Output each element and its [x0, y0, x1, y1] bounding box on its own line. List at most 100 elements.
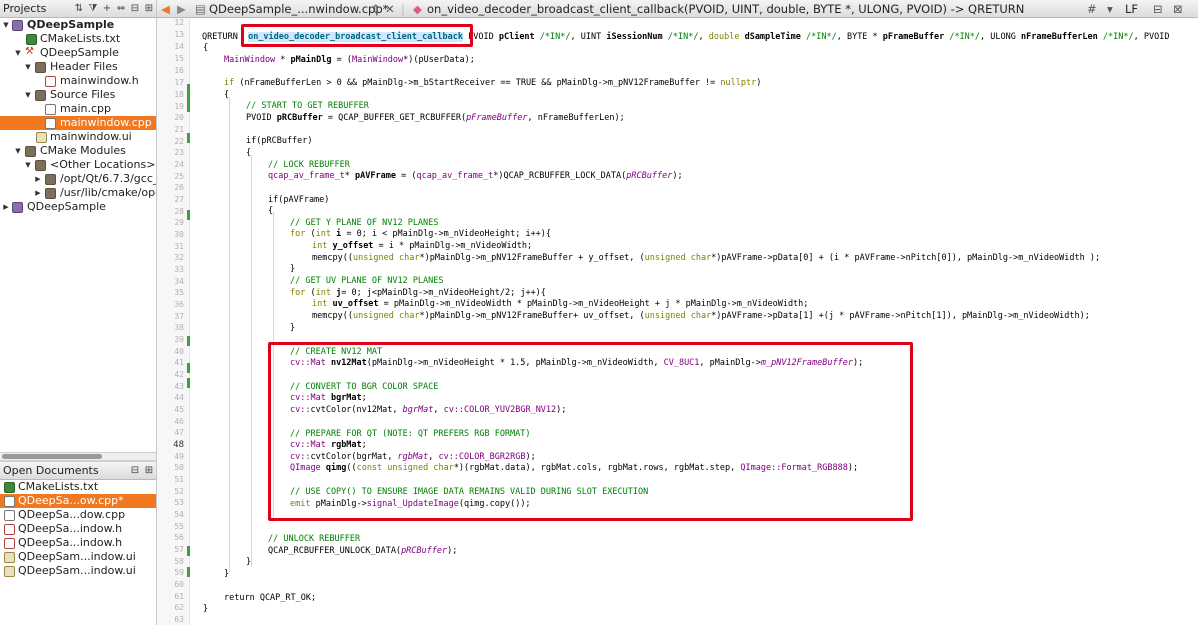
code-editor[interactable]: ◀ ▶ ▤ QDeepSample_...nwindow.cpp* ⇕ ✕ | … — [157, 0, 1198, 625]
code-line-17: if (nFrameBufferLen > 0 && pMainDlg->m_b… — [224, 78, 762, 88]
tree-item[interactable]: ▶ /opt/Qt/6.7.3/gcc_6 — [0, 172, 156, 186]
chevron-right-icon[interactable]: ▶ — [34, 172, 42, 186]
header-file-icon — [4, 538, 15, 549]
tree-item-label: /usr/lib/cmake/oper — [60, 186, 156, 199]
line-number: 26 — [174, 183, 184, 192]
file-tab[interactable]: QDeepSample_...nwindow.cpp* — [209, 2, 388, 16]
open-document-item[interactable]: QDeepSam...indow.ui — [0, 550, 156, 564]
tree-item[interactable]: mainwindow.ui — [0, 130, 156, 144]
tree-item[interactable]: ▼ ⚒ QDeepSample — [0, 46, 156, 60]
tree-item-label: mainwindow.ui — [50, 130, 132, 143]
tree-item-label: CMakeLists.txt — [40, 32, 121, 45]
chevron-right-icon[interactable]: ▶ — [34, 186, 42, 200]
tree-item[interactable]: CMakeLists.txt — [0, 32, 156, 46]
split-icon[interactable]: ⊟ — [128, 465, 142, 476]
code-line-30: for (int i = 0; i < pMainDlg->m_nVideoHe… — [290, 229, 552, 239]
code-line-34: for (int j= 0; j<pMainDlg->m_nVideoHeigh… — [290, 288, 546, 298]
link-icon[interactable]: ⇔ — [114, 3, 128, 14]
project-icon — [12, 202, 23, 213]
tree-item[interactable]: ▼ QDeepSample — [0, 18, 156, 32]
line-number: 42 — [174, 370, 184, 379]
symbol-selector[interactable]: on_video_decoder_broadcast_client_callba… — [427, 2, 1024, 16]
code-line: } — [290, 323, 296, 333]
source-file-icon — [45, 104, 56, 115]
chevron-down-icon[interactable]: ▼ — [24, 158, 32, 172]
project-tree: ▼ QDeepSample CMakeLists.txt ▼ ⚒ QDeepSampl… — [0, 18, 156, 460]
change-marker — [187, 210, 190, 220]
line-number: 27 — [174, 195, 184, 204]
code-line: { — [268, 206, 274, 216]
line-number: 18 — [174, 90, 184, 99]
open-documents-title: Open Documents — [3, 464, 99, 477]
code-line-32: memcpy((unsigned char*)pMainDlg->m_pNV12… — [312, 253, 1101, 263]
open-documents-header: Open Documents ⊟ ⊞ — [0, 462, 156, 480]
line-number: 54 — [174, 510, 184, 519]
open-document-label: CMakeLists.txt — [18, 480, 99, 493]
line-number: 17 — [174, 78, 184, 87]
filter-icon[interactable]: ⧩ — [86, 3, 100, 14]
tree-item[interactable]: ▼ Source Files — [0, 88, 156, 102]
line-number: 52 — [174, 487, 184, 496]
open-document-label: QDeepSam...indow.ui — [18, 550, 136, 563]
tree-item[interactable]: ▶ /usr/lib/cmake/oper — [0, 186, 156, 200]
open-document-label: QDeepSa...indow.h — [18, 522, 123, 535]
code-line-22: if(pRCBuffer) — [246, 136, 313, 146]
close-panel-icon[interactable]: ⊞ — [142, 3, 156, 14]
chevron-down-icon[interactable]: ▼ — [24, 60, 32, 74]
close-tab-icon[interactable]: ✕ — [385, 2, 395, 16]
open-document-item-selected[interactable]: QDeepSa...ow.cpp* — [0, 494, 156, 508]
forward-arrow-icon[interactable]: ▶ — [177, 2, 186, 16]
code-line: { — [224, 90, 230, 100]
open-document-item[interactable]: QDeepSa...indow.h — [0, 536, 156, 550]
tree-item-label: QDeepSample — [40, 46, 119, 59]
chevron-down-icon[interactable]: ▼ — [14, 46, 22, 60]
chevron-down-icon[interactable]: ▼ — [24, 88, 32, 102]
line-number: 47 — [174, 428, 184, 437]
tree-item-selected[interactable]: mainwindow.cpp — [0, 116, 156, 130]
line-number: 38 — [174, 323, 184, 332]
line-number: 14 — [174, 42, 184, 51]
scrollbar-thumb[interactable] — [2, 454, 102, 459]
folder-icon — [25, 146, 36, 157]
encoding-icon[interactable]: # — [1087, 2, 1097, 16]
tree-item[interactable]: mainwindow.h — [0, 74, 156, 88]
toolbar-divider: | — [401, 2, 405, 16]
header-file-icon — [4, 524, 15, 535]
tab-dropdown-icon[interactable]: ⇕ — [371, 2, 381, 16]
horizontal-scrollbar[interactable] — [0, 452, 156, 460]
opencv-code-highlight-box — [268, 342, 913, 521]
close-editor-icon[interactable]: ⊠ — [1173, 2, 1183, 16]
tree-item[interactable]: ▼ <Other Locations> — [0, 158, 156, 172]
back-arrow-icon[interactable]: ◀ — [161, 2, 170, 16]
close-panel-icon[interactable]: ⊞ — [142, 465, 156, 476]
line-ending-indicator[interactable]: LF — [1125, 2, 1138, 16]
open-document-item[interactable]: QDeepSa...indow.h — [0, 522, 156, 536]
chevron-down-icon[interactable]: ▼ — [2, 18, 10, 32]
indent-guide — [229, 98, 230, 572]
tree-item[interactable]: ▼ CMake Modules — [0, 144, 156, 158]
sort-icon[interactable]: ⇅ — [72, 3, 86, 14]
tree-item[interactable]: main.cpp — [0, 102, 156, 116]
line-number: 19 — [174, 102, 184, 111]
tree-item-label: mainwindow.h — [60, 74, 139, 87]
code-line-56: // UNLOCK REBUFFER — [268, 534, 361, 544]
open-document-item[interactable]: QDeepSa...dow.cpp — [0, 508, 156, 522]
tree-item[interactable]: ▼ Header Files — [0, 60, 156, 74]
code-line: { — [203, 43, 209, 53]
code-line-36: memcpy((unsigned char*)pMainDlg->m_pNV12… — [312, 311, 1090, 321]
tree-item[interactable]: ▶ QDeepSample — [0, 200, 156, 214]
chevron-right-icon[interactable]: ▶ — [2, 200, 10, 214]
cmake-icon — [26, 34, 37, 45]
folder-icon — [35, 90, 46, 101]
line-number: 46 — [174, 417, 184, 426]
dropdown-icon[interactable]: ▾ — [1107, 2, 1113, 16]
split-icon[interactable]: ⊟ — [128, 3, 142, 14]
function-symbol-icon: ◆ — [413, 2, 422, 16]
open-document-item[interactable]: QDeepSam...indow.ui — [0, 564, 156, 578]
chevron-down-icon[interactable]: ▼ — [14, 144, 22, 158]
code-line-33: // GET UV PLANE OF NV12 PLANES — [290, 276, 444, 286]
split-editor-icon[interactable]: ⊟ — [1153, 2, 1163, 16]
tree-item-label: QDeepSample — [27, 200, 106, 213]
open-document-item[interactable]: CMakeLists.txt — [0, 480, 156, 494]
add-icon[interactable]: + — [100, 3, 114, 14]
